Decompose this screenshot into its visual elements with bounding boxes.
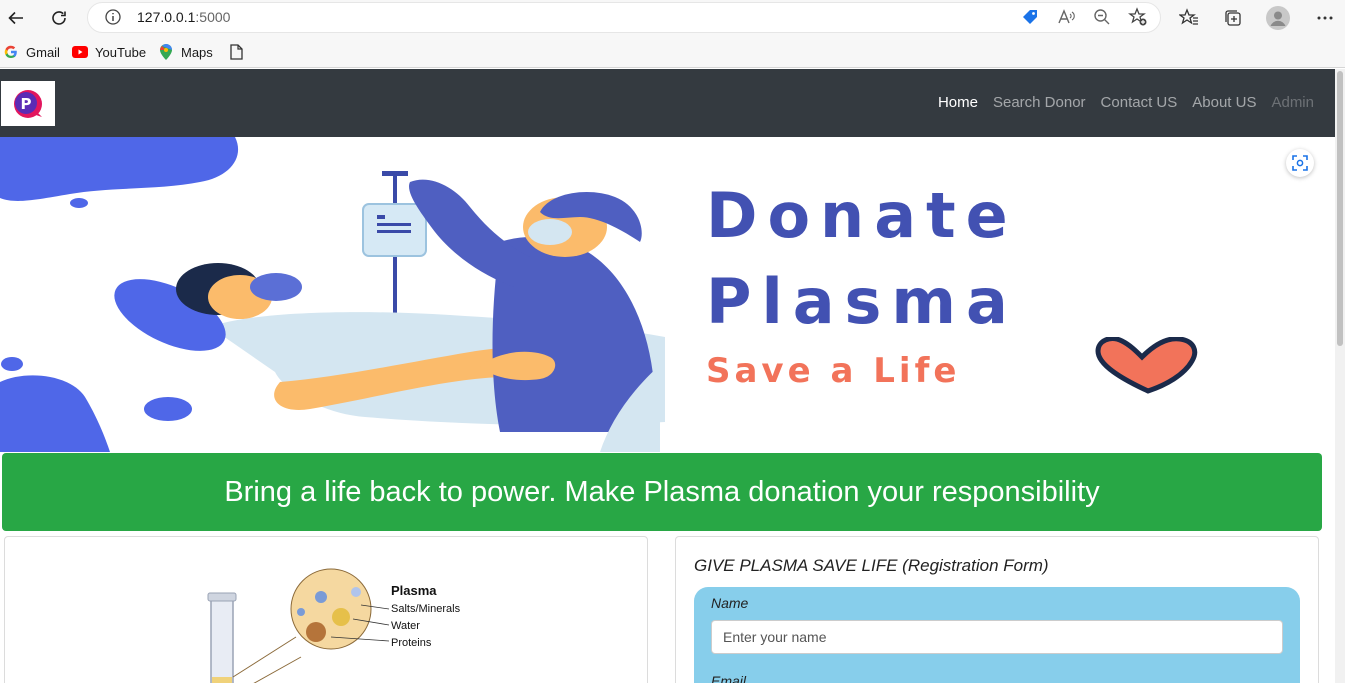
nav-search-donor[interactable]: Search Donor xyxy=(993,94,1086,111)
hero-save-life-text: Save a Life xyxy=(706,351,961,391)
plasma-info-card: Plasma Salts/Minerals Water Proteins xyxy=(4,536,648,683)
nav-contact-us[interactable]: Contact US xyxy=(1101,94,1178,111)
bookmark-maps[interactable]: Maps xyxy=(158,42,213,62)
plasma-composition-diagram: Plasma Salts/Minerals Water Proteins xyxy=(201,567,471,683)
scrollbar-thumb[interactable] xyxy=(1337,71,1343,346)
page-viewport: P Home Search Donor Contact US About US … xyxy=(0,69,1345,683)
hero-plasma-text: Plasma xyxy=(706,265,1018,338)
diagram-title: Plasma xyxy=(391,583,437,598)
tagline-banner: Bring a life back to power. Make Plasma … xyxy=(2,453,1322,531)
site-navbar: P Home Search Donor Contact US About US … xyxy=(0,69,1336,137)
url-host: 127.0.0.1 xyxy=(137,9,196,25)
bookmark-gmail[interactable]: Gmail xyxy=(3,42,60,62)
logo-letter: P xyxy=(21,95,32,113)
hero-banner: Donate Plasma Save a Life xyxy=(0,137,1336,452)
google-icon xyxy=(3,44,19,60)
diagram-label-salts: Salts/Minerals xyxy=(391,603,461,615)
nav-about-us[interactable]: About US xyxy=(1192,94,1256,111)
collections-icon[interactable] xyxy=(1220,5,1246,31)
zoom-out-icon[interactable] xyxy=(1092,7,1112,27)
name-label: Name xyxy=(711,595,749,611)
nav-home[interactable]: Home xyxy=(938,94,978,111)
refresh-icon[interactable] xyxy=(46,5,72,31)
form-title: GIVE PLASMA SAVE LIFE (Registration Form… xyxy=(694,556,1049,575)
bookmark-label: YouTube xyxy=(95,44,147,60)
document-icon xyxy=(228,44,244,60)
coupon-tag-icon[interactable] xyxy=(1020,7,1040,27)
favorites-icon[interactable] xyxy=(1176,5,1202,31)
site-info-icon[interactable] xyxy=(104,8,122,26)
diagram-label-water: Water xyxy=(391,620,420,632)
browser-toolbar: 127.0.0.1:5000 xyxy=(0,0,1345,36)
donation-illustration xyxy=(0,137,665,452)
plasma-logo-icon: P xyxy=(14,89,42,118)
visual-search-button[interactable] xyxy=(1286,149,1314,177)
bookmark-document[interactable] xyxy=(228,42,251,62)
heart-icon xyxy=(1095,337,1198,394)
site-logo[interactable]: P xyxy=(1,81,55,126)
nav-admin[interactable]: Admin xyxy=(1271,94,1314,111)
registration-card: GIVE PLASMA SAVE LIFE (Registration Form… xyxy=(675,536,1319,683)
url-port: :5000 xyxy=(195,9,231,25)
hero-donate-text: Donate xyxy=(706,179,1018,252)
nav-links: Home Search Donor Contact US About US Ad… xyxy=(938,94,1314,111)
address-bar[interactable] xyxy=(87,2,1161,33)
bookmark-label: Maps xyxy=(181,44,213,60)
back-icon[interactable] xyxy=(3,5,29,31)
email-label: Email xyxy=(711,673,747,683)
diagram-label-proteins: Proteins xyxy=(391,637,432,649)
add-favorite-icon[interactable] xyxy=(1128,7,1148,27)
youtube-icon xyxy=(72,44,88,60)
name-input[interactable] xyxy=(711,620,1283,654)
read-aloud-icon[interactable] xyxy=(1056,7,1076,27)
page-scrollbar[interactable] xyxy=(1335,69,1345,683)
tagline-text: Bring a life back to power. Make Plasma … xyxy=(224,475,1100,508)
registration-form: Name Email xyxy=(694,587,1300,683)
more-menu-icon[interactable] xyxy=(1312,5,1338,31)
bookmark-label: Gmail xyxy=(26,44,60,60)
maps-icon xyxy=(158,44,174,60)
bookmark-youtube[interactable]: YouTube xyxy=(72,42,146,62)
visual-search-icon xyxy=(1292,155,1308,171)
bookmarks-bar: Gmail YouTube Maps xyxy=(0,36,1345,68)
url-text: 127.0.0.1:5000 xyxy=(137,9,230,25)
profile-avatar-icon[interactable] xyxy=(1265,5,1291,31)
